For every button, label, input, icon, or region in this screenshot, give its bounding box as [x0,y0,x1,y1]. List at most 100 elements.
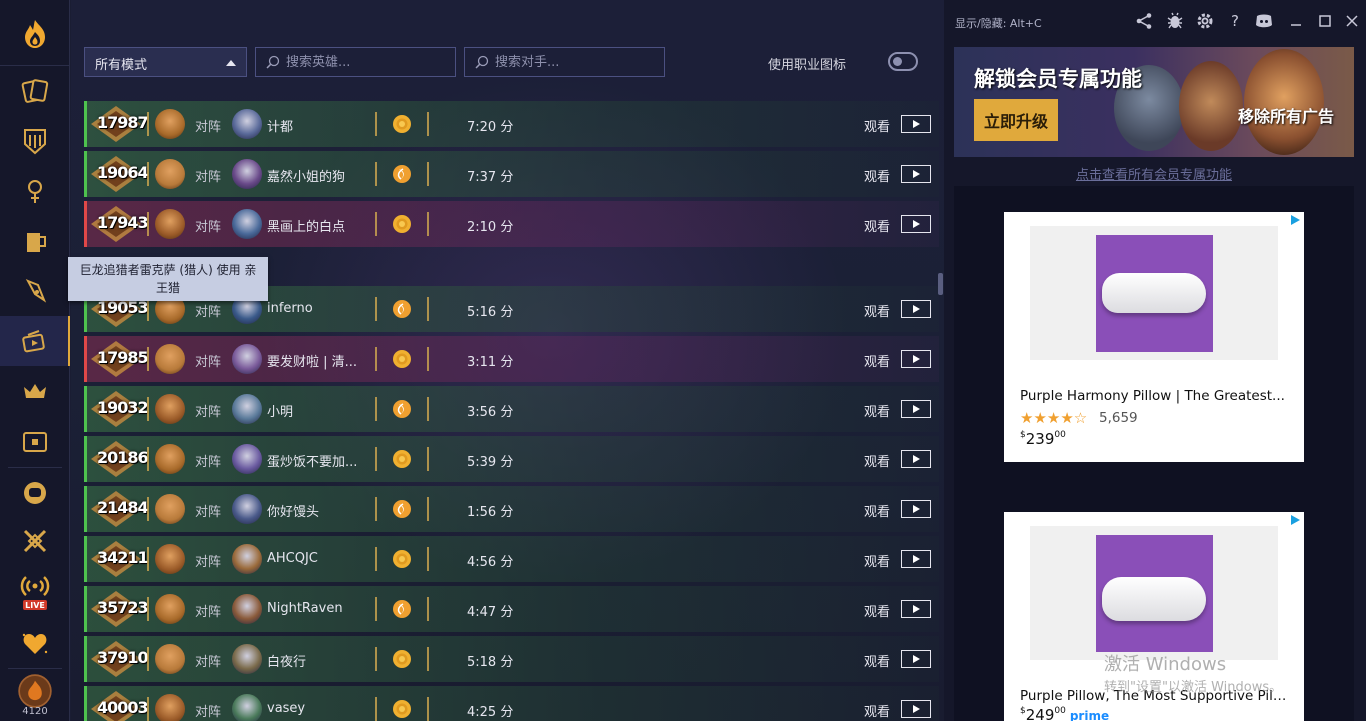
share-icon[interactable] [1135,12,1153,30]
play-button[interactable] [901,550,931,568]
help-icon[interactable]: ? [1226,12,1244,30]
crown-icon [24,384,46,398]
replay-row[interactable]: 35723 对阵 NightRaven 4:47 分 观看 [84,586,939,632]
hero-portrait[interactable] [155,694,185,721]
member-features-link[interactable]: 点击查看所有会员专属功能 [954,164,1354,183]
sidebar-item-replays[interactable] [0,316,70,366]
sidebar-item-rankings[interactable] [0,366,70,416]
player-rank: 37910 [97,648,149,667]
replay-row[interactable]: 17985 对阵 要发财啦 | 清... 3:11 分 观看 [84,336,939,382]
watch-label: 观看 [864,505,891,520]
sidebar-item-guild[interactable] [0,468,70,518]
opponent-portrait[interactable] [232,594,262,624]
upgrade-button[interactable]: 立即升级 [974,99,1058,141]
discord-icon[interactable] [1255,12,1273,30]
sidebar-item-battlegrounds[interactable] [0,266,70,316]
watch-label: 观看 [864,405,891,420]
scrollbar-thumb[interactable] [938,273,943,295]
opponent-portrait[interactable] [232,444,262,474]
play-button[interactable] [901,700,931,718]
class-icon-toggle[interactable] [888,52,918,71]
ad-product-image[interactable] [1096,235,1213,352]
adchoices-icon[interactable] [1291,515,1300,525]
sidebar-item-battles[interactable] [0,516,70,566]
sidebar-item-cards[interactable] [0,66,70,116]
opponent-search[interactable] [464,47,665,77]
replay-row[interactable]: 17987 对阵 计都 7:20 分 观看 [84,101,939,147]
bug-icon[interactable] [1166,12,1184,30]
hero-portrait[interactable] [155,494,185,524]
hero-portrait[interactable] [155,444,185,474]
player-rank: 19064 [97,163,149,182]
play-button[interactable] [901,300,931,318]
hero-portrait[interactable] [155,159,185,189]
gear-icon[interactable] [1196,12,1214,30]
replay-row[interactable]: 37910 对阵 白夜行 5:18 分 观看 [84,636,939,682]
opponent-portrait[interactable] [232,344,262,374]
play-button[interactable] [901,650,931,668]
app-logo[interactable] [0,0,70,66]
close-icon[interactable] [1343,12,1361,30]
hero-portrait[interactable] [155,209,185,239]
coin-icon [393,215,411,233]
hero-portrait[interactable] [155,394,185,424]
game-duration: 5:16 分 [467,305,514,320]
search-icon [475,55,489,69]
sidebar-item-live[interactable]: LIVE [0,566,70,616]
sidebar-item-tavern[interactable] [0,166,70,216]
replay-row[interactable]: 34211 对阵 AHCQJC 4:56 分 观看 [84,536,939,582]
play-button[interactable] [901,500,931,518]
row-divider [375,697,377,721]
sidebar-item-favorites[interactable] [0,618,70,668]
play-button[interactable] [901,400,931,418]
ad-card[interactable]: Purple Harmony Pillow | The Greatest... … [1004,212,1304,462]
player-rank: 19032 [97,398,149,417]
ad-product-image[interactable] [1096,535,1213,652]
sidebar-divider [8,668,62,669]
opponent-search-input[interactable] [495,53,656,71]
opponent-portrait[interactable] [232,694,262,721]
opponent-portrait[interactable] [232,394,262,424]
sidebar-item-arena[interactable] [0,216,70,266]
play-button[interactable] [901,350,931,368]
minimize-icon[interactable] [1287,12,1305,30]
replay-row[interactable]: 19032 对阵 小明 3:56 分 观看 [84,386,939,432]
replay-row[interactable]: 17943 对阵 黑画上的白点 2:10 分 观看 [84,201,939,247]
play-button[interactable] [901,600,931,618]
opponent-portrait[interactable] [232,159,262,189]
replay-list-scrollbar[interactable] [937,47,944,721]
replay-row[interactable]: 19064 对阵 嘉然小姐的狗 7:37 分 观看 [84,151,939,197]
replay-row[interactable]: 21484 对阵 你好馒头 1:56 分 观看 [84,486,939,532]
replay-video-icon [22,330,45,353]
play-button[interactable] [901,215,931,233]
opponent-portrait[interactable] [232,109,262,139]
user-profile[interactable]: 4120 [0,670,70,721]
hero-portrait[interactable] [155,644,185,674]
adchoices-icon[interactable] [1291,215,1300,225]
hero-portrait[interactable] [155,544,185,574]
opponent-portrait[interactable] [232,494,262,524]
ad-title[interactable]: Purple Harmony Pillow | The Greatest... [1020,388,1290,404]
play-button[interactable] [901,450,931,468]
row-divider [375,212,377,236]
opponent-portrait[interactable] [232,644,262,674]
play-button[interactable] [901,115,931,133]
upgrade-banner[interactable]: 解锁会员专属功能 立即升级 移除所有广告 [954,47,1354,157]
play-button[interactable] [901,165,931,183]
replay-row[interactable]: 20186 对阵 蛋炒饭不要加... 5:39 分 观看 [84,436,939,482]
opponent-portrait[interactable] [232,209,262,239]
replay-row[interactable]: 40003 对阵 vasey 4:25 分 观看 [84,686,939,721]
row-divider [427,297,429,321]
hero-search[interactable] [255,47,456,77]
mode-select[interactable]: 所有模式 [84,47,247,77]
hero-portrait[interactable] [155,594,185,624]
sidebar-item-decks[interactable] [0,116,70,166]
sidebar-item-collection[interactable] [0,416,70,466]
row-divider [427,112,429,136]
hero-portrait[interactable] [155,109,185,139]
maximize-icon[interactable] [1316,12,1334,30]
opponent-portrait[interactable] [232,544,262,574]
row-divider [147,162,149,186]
hero-portrait[interactable] [155,344,185,374]
hero-search-input[interactable] [286,53,447,71]
